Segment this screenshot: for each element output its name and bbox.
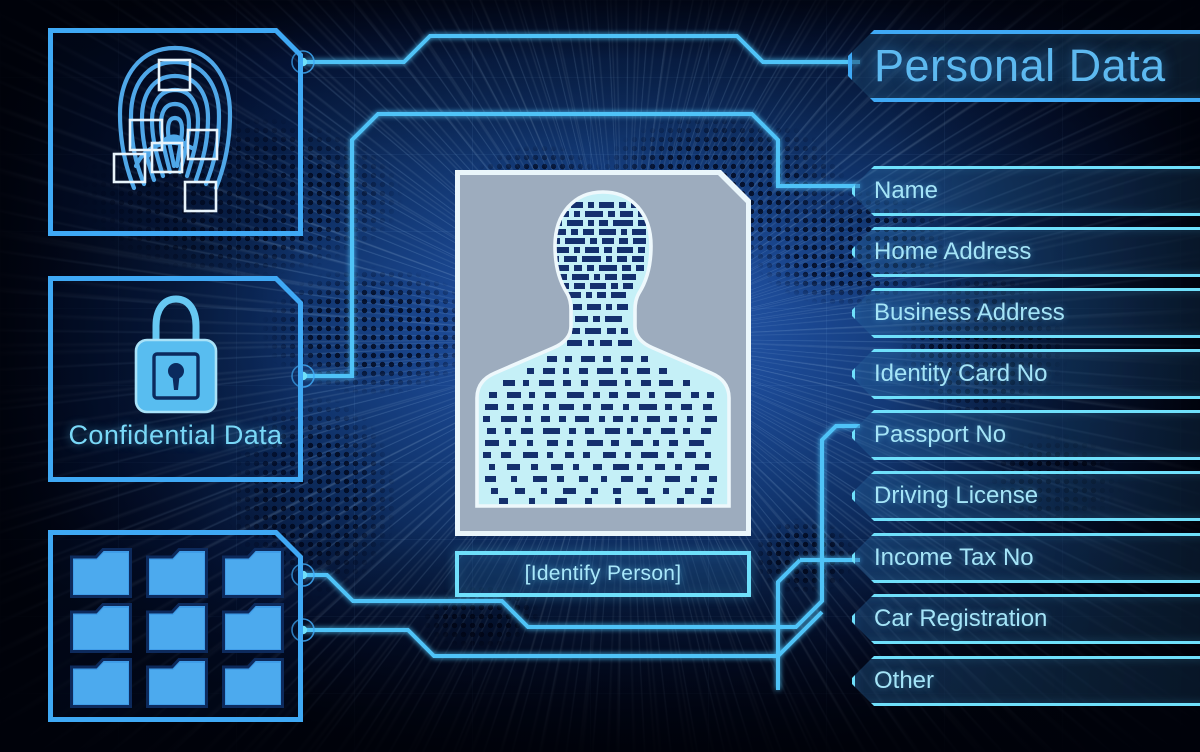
field-banner-driving-license[interactable]: Driving License xyxy=(852,471,1200,521)
infographic-canvas: Confidential Data [Identify Person] Pers… xyxy=(0,0,1200,752)
confidential-panel[interactable]: Confidential Data xyxy=(48,276,303,482)
field-banner-other[interactable]: Other xyxy=(852,656,1200,706)
field-label: Car Registration xyxy=(874,605,1048,632)
field-label: Identity Card No xyxy=(874,360,1048,387)
field-banner-car-registration[interactable]: Car Registration xyxy=(852,594,1200,644)
person-silhouette-icon xyxy=(475,190,731,508)
wire-fingerprint-to-title xyxy=(303,34,860,64)
padlock-icon xyxy=(134,295,218,414)
identify-person-label: [Identify Person] xyxy=(524,562,682,585)
person-identification-card[interactable] xyxy=(455,170,751,536)
files-panel[interactable] xyxy=(48,530,303,722)
field-label: Other xyxy=(874,667,935,694)
field-banner-passport-no[interactable]: Passport No xyxy=(852,410,1200,460)
field-banner-income-tax-no[interactable]: Income Tax No xyxy=(852,533,1200,583)
confidential-panel-label: Confidential Data xyxy=(68,420,283,450)
field-label: Business Address xyxy=(874,299,1065,326)
field-label: Income Tax No xyxy=(874,544,1034,571)
field-label: Name xyxy=(874,177,939,204)
wire-folder-to-income xyxy=(303,610,824,658)
field-label: Passport No xyxy=(874,421,1007,448)
page-title-text: Personal Data xyxy=(874,40,1166,91)
fingerprint-panel[interactable] xyxy=(48,28,303,236)
field-banner-business-address[interactable]: Business Address xyxy=(852,288,1200,338)
page-title: Personal Data xyxy=(848,30,1200,102)
field-banner-home-address[interactable]: Home Address xyxy=(852,227,1200,277)
field-label: Driving License xyxy=(874,482,1039,509)
identify-person-button[interactable]: [Identify Person] xyxy=(455,551,751,597)
fingerprint-icon xyxy=(112,45,233,213)
field-label: Home Address xyxy=(874,238,1032,265)
field-banner-name[interactable]: Name xyxy=(852,166,1200,216)
field-banner-identity-card-no[interactable]: Identity Card No xyxy=(852,349,1200,399)
folder-grid-icon xyxy=(70,548,284,708)
